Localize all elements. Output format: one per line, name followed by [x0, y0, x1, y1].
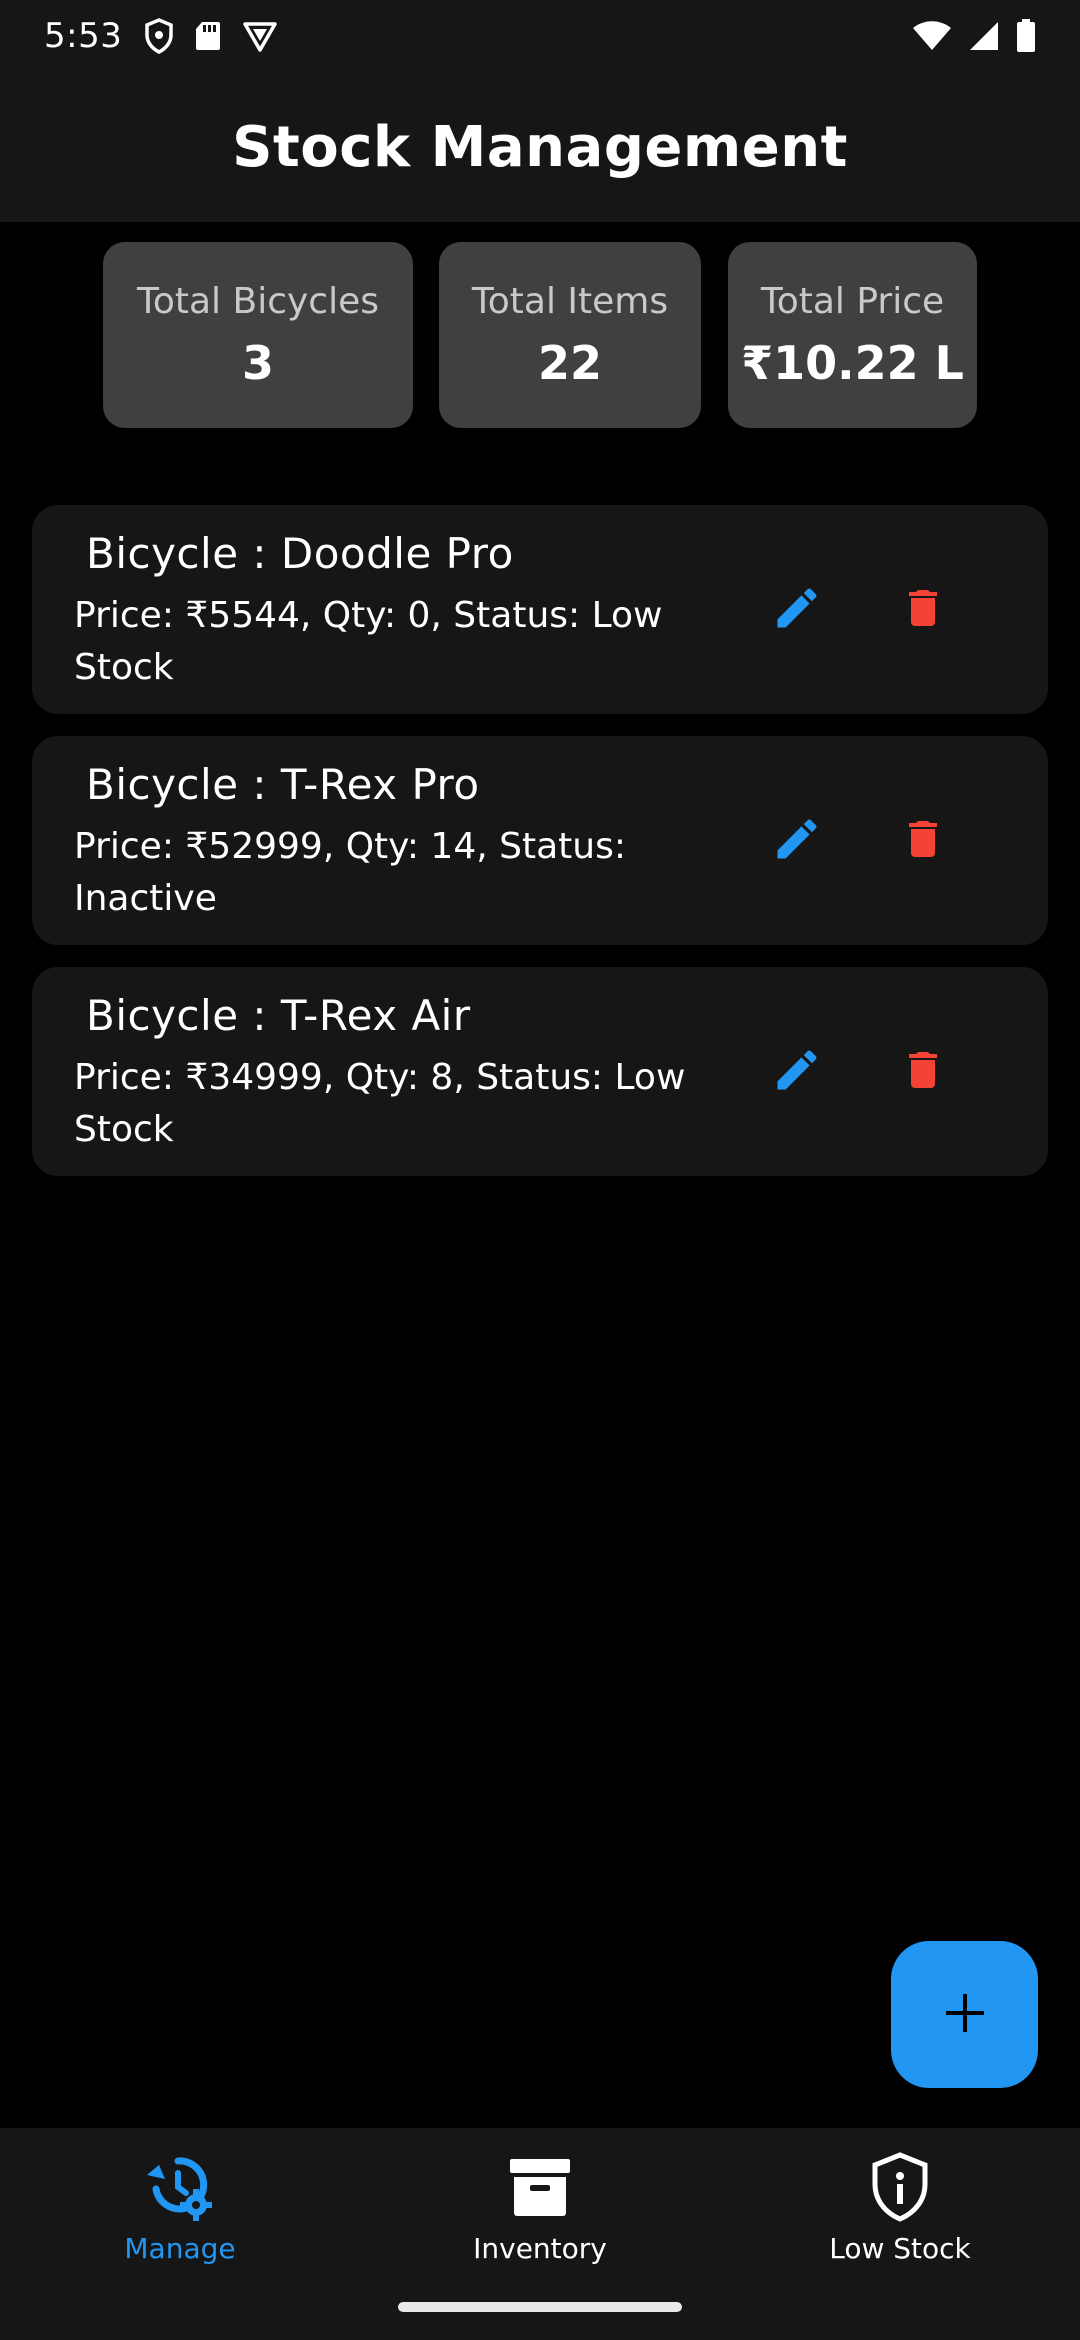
summary-value: 3	[241, 335, 274, 390]
item-details: Price: ₹34999, Qty: 8, Status: Low Stock	[74, 1057, 686, 1150]
cell-signal-icon	[968, 20, 1000, 52]
status-left-icons	[144, 18, 278, 54]
summary-card-total-items: Total Items 22	[439, 242, 701, 428]
nav-label: Low Stock	[829, 2232, 971, 2265]
summary-value: ₹10.22 L	[741, 335, 964, 390]
trash-icon	[899, 1044, 947, 1100]
stock-list: Bicycle : Doodle Pro Price: ₹5544, Qty: …	[32, 505, 1048, 1198]
list-item: Bicycle : Doodle Pro Price: ₹5544, Qty: …	[32, 505, 1048, 714]
sd-card-icon	[194, 20, 222, 52]
delete-button[interactable]	[889, 576, 957, 644]
home-indicator[interactable]	[398, 2302, 682, 2312]
vpn-badge-icon	[242, 20, 278, 52]
shield-icon	[144, 18, 174, 54]
pencil-icon	[771, 813, 823, 869]
status-right-icons	[912, 19, 1036, 53]
summary-row: Total Bicycles 3 Total Items 22 Total Pr…	[0, 242, 1080, 428]
summary-card-total-bicycles: Total Bicycles 3	[103, 242, 413, 428]
list-item: Bicycle : T-Rex Air Price: ₹34999, Qty: …	[32, 967, 1048, 1176]
archive-box-icon	[508, 2150, 572, 2224]
pencil-icon	[771, 1044, 823, 1100]
nav-label: Inventory	[473, 2232, 607, 2265]
item-title: Bicycle : Doodle Pro	[86, 529, 514, 578]
item-title: Bicycle : T-Rex Air	[86, 991, 471, 1040]
app-bar: Stock Management	[0, 72, 1080, 222]
nav-item-inventory[interactable]: Inventory	[390, 2150, 690, 2280]
item-title: Bicycle : T-Rex Pro	[86, 760, 480, 809]
item-details: Price: ₹52999, Qty: 14, Status: Inactive	[74, 826, 626, 919]
summary-label: Total Bicycles	[136, 280, 379, 322]
add-bicycle-button[interactable]	[891, 1941, 1038, 2088]
page-title: Stock Management	[232, 114, 848, 180]
summary-label: Total Price	[760, 280, 945, 322]
wifi-icon	[912, 20, 952, 52]
pencil-icon	[771, 582, 823, 638]
item-details: Price: ₹5544, Qty: 0, Status: Low Stock	[74, 595, 663, 688]
trash-icon	[899, 582, 947, 638]
summary-value: 22	[537, 335, 602, 390]
nav-item-low-stock[interactable]: Low Stock	[750, 2150, 1050, 2280]
status-bar: 5:53	[0, 0, 1080, 72]
delete-button[interactable]	[889, 1038, 957, 1106]
list-item: Bicycle : T-Rex Pro Price: ₹52999, Qty: …	[32, 736, 1048, 945]
screen: 5:53 Stock Management Total Bicycles 3 T…	[0, 0, 1080, 2340]
nav-label: Manage	[124, 2232, 236, 2265]
edit-button[interactable]	[763, 1038, 831, 1106]
edit-button[interactable]	[763, 807, 831, 875]
history-gear-icon	[144, 2150, 216, 2224]
plus-icon	[944, 1992, 986, 2038]
summary-label: Total Items	[471, 280, 669, 322]
delete-button[interactable]	[889, 807, 957, 875]
trash-icon	[899, 813, 947, 869]
status-time: 5:53	[44, 16, 123, 56]
battery-icon	[1016, 19, 1036, 53]
edit-button[interactable]	[763, 576, 831, 644]
shield-info-icon	[870, 2150, 930, 2224]
summary-card-total-price: Total Price ₹10.22 L	[728, 242, 977, 428]
nav-item-manage[interactable]: Manage	[30, 2150, 330, 2280]
